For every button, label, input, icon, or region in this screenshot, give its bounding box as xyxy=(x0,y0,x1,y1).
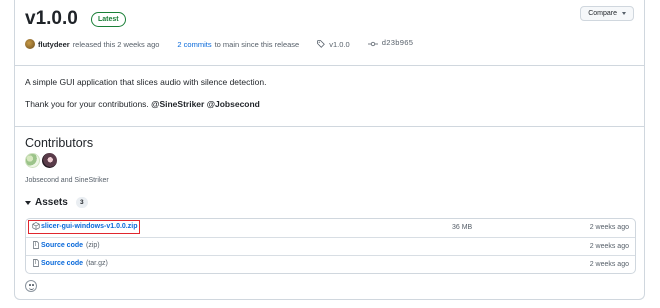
package-icon xyxy=(32,222,40,230)
commits-link[interactable]: 2 commits xyxy=(177,40,211,49)
asset-link[interactable]: slicer-gui-windows-v1.0.0.zip xyxy=(32,222,137,230)
compare-button[interactable]: Compare xyxy=(580,6,634,21)
file-zip-icon xyxy=(33,259,39,267)
file-zip-icon xyxy=(33,241,39,249)
smiley-icon[interactable] xyxy=(25,280,37,292)
mention-sinestriker[interactable]: @SineStriker xyxy=(151,99,204,109)
asset-link[interactable]: Source code (zip) xyxy=(32,241,100,249)
release-meta: flutydeer released this 2 weeks ago 2 co… xyxy=(25,39,413,49)
assets-count-badge: 3 xyxy=(75,197,88,208)
thanks-text: Thank you for your contributions. @SineS… xyxy=(25,99,260,109)
thanks-prefix: Thank you for your contributions. xyxy=(25,99,149,109)
avatar-sinestriker[interactable] xyxy=(42,153,57,168)
commits-suffix: to main since this release xyxy=(214,39,300,49)
compare-label: Compare xyxy=(588,10,617,17)
asset-row: slicer-gui-windows-v1.0.0.zip 36 MB 2 we… xyxy=(26,219,635,237)
asset-row: Source code (zip) 2 weeks ago xyxy=(26,237,635,255)
tag-icon xyxy=(317,40,326,48)
avatar-jobsecond[interactable] xyxy=(25,153,40,168)
author-link[interactable]: flutydeer xyxy=(38,40,70,49)
divider xyxy=(15,126,644,127)
contributor-names: Jobsecond and SineStriker xyxy=(25,177,109,184)
asset-name: Source code xyxy=(41,241,84,249)
mention-jobsecond[interactable]: @Jobsecond xyxy=(207,99,260,109)
asset-name: slicer-gui-windows-v1.0.0.zip xyxy=(41,222,138,230)
asset-name: Source code xyxy=(41,259,84,267)
release-card: v1.0.0 Latest Compare flutydeer released… xyxy=(14,0,645,300)
latest-badge: Latest xyxy=(91,12,126,27)
assets-toggle[interactable]: Assets 3 xyxy=(25,197,88,208)
assets-label: Assets xyxy=(35,197,68,208)
assets-list: slicer-gui-windows-v1.0.0.zip 36 MB 2 we… xyxy=(25,218,636,274)
divider xyxy=(15,65,644,66)
author-avatar[interactable] xyxy=(25,39,35,49)
triangle-down-icon xyxy=(25,200,31,205)
asset-date: 2 weeks ago xyxy=(589,243,629,250)
asset-size: 36 MB xyxy=(452,224,473,231)
commit-icon xyxy=(367,41,378,47)
asset-row: Source code (tar.gz) 2 weeks ago xyxy=(26,255,635,273)
release-description: A simple GUI application that slices aud… xyxy=(25,77,267,87)
chevron-down-icon xyxy=(622,12,626,15)
asset-format: (zip) xyxy=(86,241,100,249)
asset-date: 2 weeks ago xyxy=(589,261,629,268)
contributor-avatars xyxy=(25,153,57,168)
asset-format: (tar.gz) xyxy=(86,259,108,267)
contributors-heading: Contributors xyxy=(25,136,94,150)
asset-link[interactable]: Source code (tar.gz) xyxy=(32,259,108,267)
tag-link[interactable]: v1.0.0 xyxy=(329,40,349,49)
release-title[interactable]: v1.0.0 xyxy=(25,8,78,30)
released-text: released this 2 weeks ago xyxy=(72,39,160,49)
commit-hash-link[interactable]: d23b965 xyxy=(382,40,414,48)
asset-date: 2 weeks ago xyxy=(589,224,629,231)
